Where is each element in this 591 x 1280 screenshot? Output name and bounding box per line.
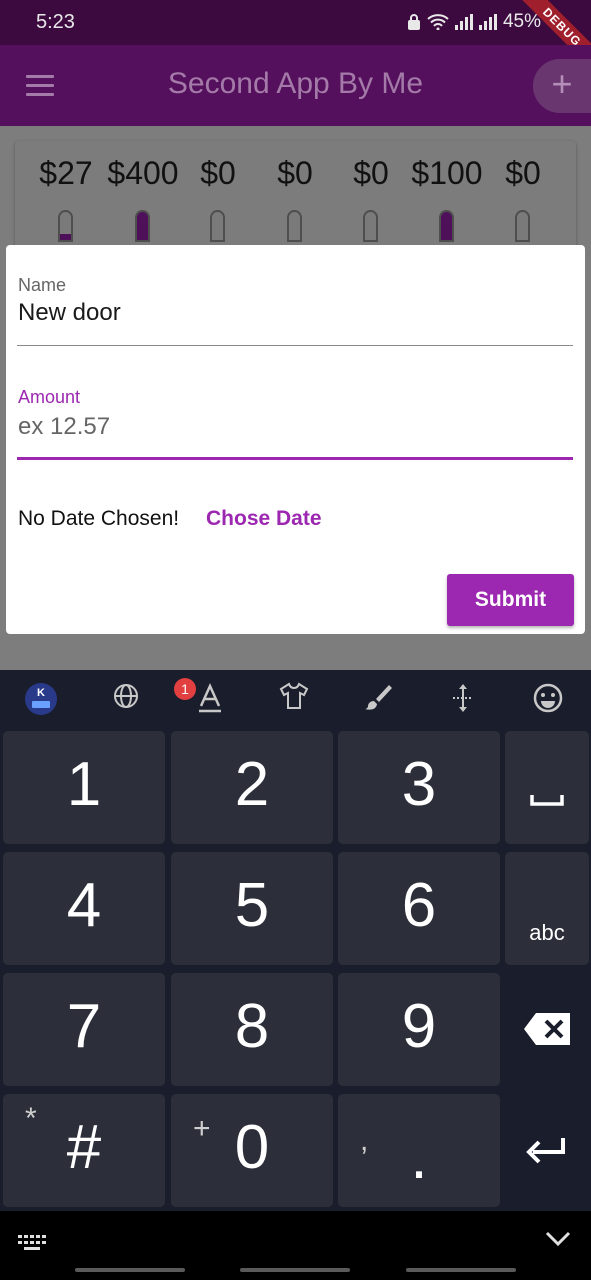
add-icon[interactable]: + [533, 59, 591, 113]
keyboard-switch-icon[interactable] [18, 1235, 48, 1255]
notification-badge: 1 [174, 678, 196, 700]
wifi-icon [427, 14, 449, 30]
paintbrush-icon[interactable] [361, 682, 395, 716]
bar-track [363, 210, 378, 242]
bar-track [515, 210, 530, 242]
space-icon [530, 795, 564, 806]
key-2[interactable]: 2 [171, 731, 333, 844]
key-4[interactable]: 4 [3, 852, 165, 965]
numeric-keyboard: K 1 1 2 3 4 5 6 abc 7 8 9 * # + 0 , . [0, 670, 591, 1211]
enter-icon [526, 1138, 565, 1164]
enter-key[interactable] [505, 1094, 589, 1207]
no-date-text: No Date Chosen! [18, 507, 180, 530]
battery-text: 45% [502, 11, 541, 32]
chose-date-button[interactable]: Chose Date [206, 507, 322, 531]
cursor-move-icon[interactable] [446, 682, 480, 716]
key-7[interactable]: 7 [3, 973, 165, 1086]
app-bar: Second App By Me + [0, 45, 591, 126]
svg-text:K: K [37, 687, 45, 699]
key-period[interactable]: , . [338, 1094, 500, 1207]
bar-fill [441, 212, 452, 240]
bar-track [135, 210, 150, 242]
amount-underline [17, 457, 573, 460]
chevron-down-icon[interactable] [545, 1231, 571, 1247]
bar-amount: $0 [200, 155, 236, 191]
status-icons: 45% [407, 11, 541, 33]
bar-amount: $0 [277, 155, 313, 191]
nav-gesture-handle [75, 1268, 185, 1272]
new-transaction-sheet: Name New door Amount ex 12.57 No Date Ch… [6, 245, 585, 634]
bar-track [58, 210, 73, 242]
globe-icon[interactable] [109, 682, 143, 716]
lock-icon [407, 14, 420, 30]
bar-fill [137, 212, 148, 240]
amount-label: Amount [18, 387, 81, 407]
backspace-icon [524, 1013, 570, 1045]
signal-icon-2 [478, 14, 497, 30]
emoji-icon[interactable] [531, 682, 565, 716]
system-nav-bar [0, 1211, 591, 1280]
name-field[interactable]: New door [18, 299, 121, 327]
theme-shirt-icon[interactable] [277, 682, 311, 716]
nav-gesture-handle [406, 1268, 516, 1272]
name-label: Name [18, 275, 67, 295]
bar-track [210, 210, 225, 242]
bar-amount: $27 [39, 155, 93, 191]
bar-amount: $400 [107, 155, 179, 191]
key-3[interactable]: 3 [338, 731, 500, 844]
font-style-icon[interactable] [193, 682, 227, 716]
key-0[interactable]: + 0 [171, 1094, 333, 1207]
name-underline [17, 345, 573, 346]
key-6[interactable]: 6 [338, 852, 500, 965]
bar-amount: $0 [353, 155, 389, 191]
key-8[interactable]: 8 [171, 973, 333, 1086]
key-9[interactable]: 9 [338, 973, 500, 1086]
space-key[interactable] [505, 731, 589, 844]
app-title: Second App By Me [167, 67, 424, 100]
bar-fill [60, 234, 71, 240]
amount-field[interactable]: ex 12.57 [18, 413, 110, 441]
signal-icon [454, 14, 473, 30]
nav-gesture-handle [240, 1268, 350, 1272]
bar-track [439, 210, 454, 242]
key-1[interactable]: 1 [3, 731, 165, 844]
bar-track [287, 210, 302, 242]
bar-amount: $0 [505, 155, 541, 191]
kika-keyboard-icon[interactable]: K [24, 682, 58, 716]
chart-card: $27 $400 $0 $0 $0 $100 $0 [15, 141, 576, 261]
backspace-key[interactable] [505, 973, 589, 1086]
submit-button[interactable]: Submit [447, 574, 574, 626]
abc-key[interactable]: abc [505, 852, 589, 965]
key-5[interactable]: 5 [171, 852, 333, 965]
bar-amount: $100 [411, 155, 483, 191]
status-bar: 5:23 45% DEBUG [0, 0, 591, 73]
status-time: 5:23 [36, 11, 75, 33]
key-hash[interactable]: * # [3, 1094, 165, 1207]
keyboard-toolbar: K 1 [0, 670, 591, 728]
